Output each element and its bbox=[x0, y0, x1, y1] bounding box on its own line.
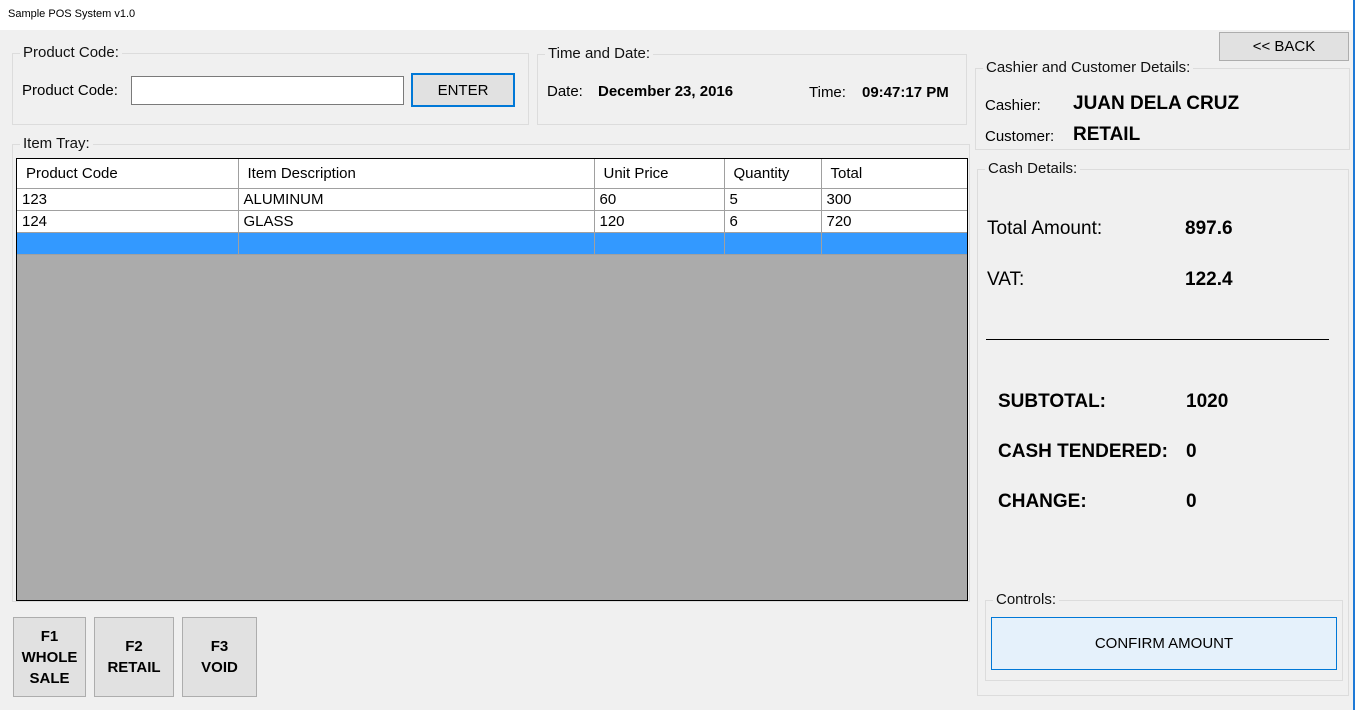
f1-key-label: F1 bbox=[40, 627, 59, 645]
cell-product-code[interactable]: 123 bbox=[17, 187, 239, 211]
cell-product-code[interactable]: 124 bbox=[17, 209, 239, 233]
cell-quantity[interactable]: 5 bbox=[723, 187, 822, 211]
time-date-group-label: Time and Date: bbox=[545, 45, 653, 62]
enter-button[interactable]: ENTER bbox=[411, 73, 515, 107]
time-label: Time: bbox=[809, 84, 846, 101]
cash-tendered-label: CASH TENDERED: bbox=[998, 441, 1168, 462]
vat-label: VAT: bbox=[987, 269, 1025, 290]
time-value: 09:47:17 PM bbox=[862, 84, 949, 101]
cashier-customer-group: Cashier and Customer Details: Cashier: J… bbox=[975, 59, 1350, 150]
item-grid[interactable]: Product Code Item Description Unit Price… bbox=[16, 158, 968, 601]
customer-value: RETAIL bbox=[1073, 124, 1141, 145]
cell-total[interactable]: 300 bbox=[820, 187, 967, 211]
window-title: Sample POS System v1.0 bbox=[8, 8, 136, 20]
f1-line1: WHOLE bbox=[21, 648, 78, 666]
back-button[interactable]: << BACK bbox=[1219, 32, 1349, 61]
f3-line1: VOID bbox=[201, 659, 238, 676]
change-label: CHANGE: bbox=[998, 491, 1087, 512]
cashier-value: JUAN DELA CRUZ bbox=[1073, 93, 1240, 114]
date-label: Date: bbox=[547, 83, 583, 100]
table-row[interactable]: 123 ALUMINUM 60 5 300 bbox=[17, 187, 967, 211]
new-row-selected[interactable] bbox=[17, 231, 967, 255]
subtotal-value: 1020 bbox=[1186, 391, 1229, 412]
cell-quantity[interactable]: 6 bbox=[723, 209, 822, 233]
vat-value: 122.4 bbox=[1185, 269, 1233, 290]
cell-unit-price[interactable] bbox=[593, 231, 725, 255]
cell-item-description[interactable]: GLASS bbox=[237, 209, 595, 233]
product-code-group: Product Code: Product Code: ENTER bbox=[12, 44, 529, 125]
product-code-group-label: Product Code: bbox=[20, 44, 122, 61]
f3-void-button[interactable]: F3 VOID bbox=[182, 617, 257, 697]
cash-tendered-value: 0 bbox=[1186, 441, 1197, 462]
table-row[interactable]: 124 GLASS 120 6 720 bbox=[17, 209, 967, 233]
f1-line2: SALE bbox=[29, 669, 70, 687]
cashier-customer-group-label: Cashier and Customer Details: bbox=[983, 59, 1194, 76]
item-table: Product Code Item Description Unit Price… bbox=[17, 159, 967, 255]
column-header-item-description[interactable]: Item Description bbox=[237, 159, 595, 189]
cell-total[interactable] bbox=[820, 231, 967, 255]
f1-wholesale-button[interactable]: F1 WHOLE SALE bbox=[13, 617, 86, 697]
cell-quantity[interactable] bbox=[723, 231, 822, 255]
controls-group-label: Controls: bbox=[993, 591, 1060, 608]
total-amount-label: Total Amount: bbox=[987, 218, 1103, 239]
item-tray-group: Item Tray: Product Code Item Description… bbox=[12, 135, 970, 602]
f2-line1: RETAIL bbox=[107, 659, 161, 676]
column-header-total[interactable]: Total bbox=[820, 159, 967, 189]
product-code-input[interactable] bbox=[131, 76, 404, 105]
column-header-unit-price[interactable]: Unit Price bbox=[593, 159, 725, 189]
f2-retail-button[interactable]: F2 RETAIL bbox=[94, 617, 174, 697]
subtotal-label: SUBTOTAL: bbox=[998, 391, 1107, 412]
cell-unit-price[interactable]: 120 bbox=[593, 209, 725, 233]
cell-product-code[interactable] bbox=[17, 231, 239, 255]
change-value: 0 bbox=[1186, 491, 1197, 512]
total-amount-value: 897.6 bbox=[1185, 218, 1233, 239]
controls-group: Controls: CONFIRM AMOUNT bbox=[985, 591, 1343, 681]
f3-key-label: F3 bbox=[210, 638, 229, 655]
product-code-label: Product Code: bbox=[22, 82, 118, 99]
cashier-label: Cashier: bbox=[985, 97, 1041, 114]
column-header-quantity[interactable]: Quantity bbox=[723, 159, 822, 189]
title-bar: Sample POS System v1.0 bbox=[0, 0, 1355, 30]
item-tray-group-label: Item Tray: bbox=[20, 135, 93, 152]
customer-label: Customer: bbox=[985, 128, 1055, 145]
confirm-amount-button[interactable]: CONFIRM AMOUNT bbox=[991, 617, 1337, 670]
f2-key-label: F2 bbox=[125, 638, 143, 655]
column-header-product-code[interactable]: Product Code bbox=[17, 159, 239, 189]
divider-line bbox=[986, 339, 1329, 340]
time-date-group: Time and Date: Date: December 23, 2016 T… bbox=[537, 45, 967, 125]
date-value: December 23, 2016 bbox=[598, 83, 734, 100]
table-header-row: Product Code Item Description Unit Price… bbox=[17, 159, 967, 189]
cell-unit-price[interactable]: 60 bbox=[593, 187, 725, 211]
cash-details-group-label: Cash Details: bbox=[985, 160, 1081, 177]
cell-item-description[interactable]: ALUMINUM bbox=[237, 187, 595, 211]
cell-item-description[interactable] bbox=[237, 231, 595, 255]
cell-total[interactable]: 720 bbox=[820, 209, 967, 233]
